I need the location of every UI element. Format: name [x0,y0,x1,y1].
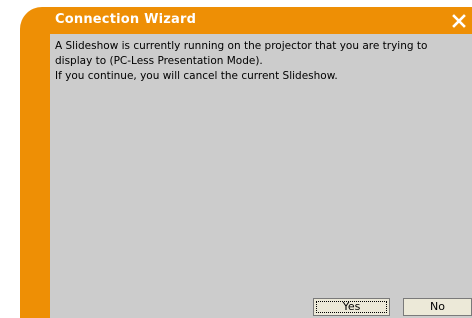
connection-wizard-dialog: Connection Wizard A Slideshow is current… [20,7,472,318]
yes-button[interactable]: Yes [313,298,390,316]
no-button-label: No [430,300,445,313]
message-line-1: A Slideshow is currently running on the … [55,40,428,67]
yes-button-label: Yes [342,300,361,313]
message-text: A Slideshow is currently running on the … [55,39,467,84]
dialog-title: Connection Wizard [55,12,197,27]
no-button[interactable]: No [403,298,472,316]
close-button[interactable] [452,14,466,28]
close-x-icon [452,14,466,28]
title-bar: Connection Wizard [20,7,472,34]
dialog-content: A Slideshow is currently running on the … [50,34,472,318]
message-line-2: If you continue, you will cancel the cur… [55,70,338,82]
